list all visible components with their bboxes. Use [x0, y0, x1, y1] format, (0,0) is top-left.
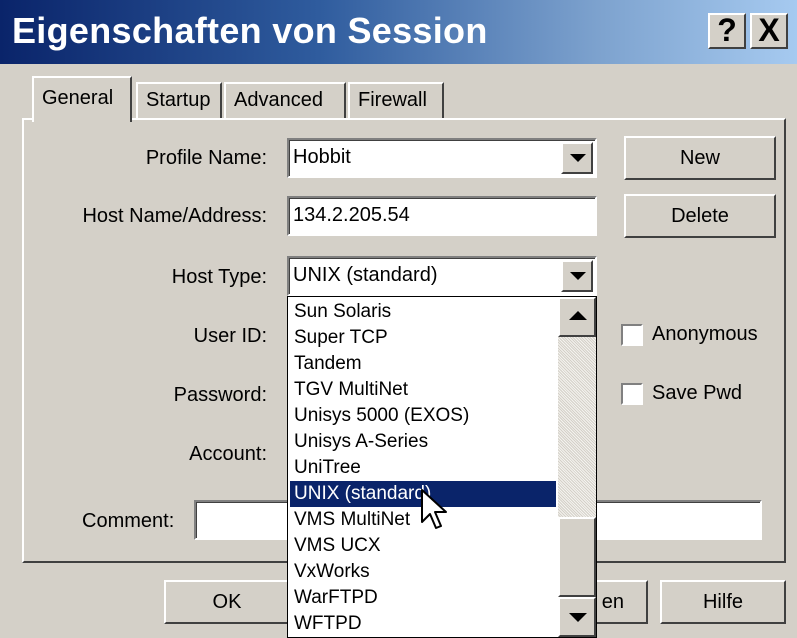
list-item[interactable]: VxWorks	[290, 559, 556, 585]
scroll-thumb[interactable]	[558, 517, 596, 597]
list-item[interactable]: WFTPD	[290, 611, 556, 637]
scroll-down-icon[interactable]	[558, 597, 596, 637]
tab-advanced[interactable]: Advanced	[224, 82, 346, 118]
new-button[interactable]: New	[624, 136, 776, 180]
host-type-dropdown-list[interactable]: Sun Solaris Super TCP Tandem TGV MultiNe…	[287, 296, 597, 638]
list-item[interactable]: Unisys 5000 (EXOS)	[290, 403, 556, 429]
tab-firewall[interactable]: Firewall	[348, 82, 444, 118]
title-bar: Eigenschaften von Session ? X	[0, 0, 797, 64]
close-button[interactable]: X	[750, 13, 788, 49]
host-type-value: UNIX (standard)	[293, 264, 438, 286]
host-address-input[interactable]: 134.2.205.54	[287, 196, 597, 236]
scroll-up-icon[interactable]	[558, 297, 596, 337]
user-id-label: User ID:	[193, 325, 267, 347]
list-item[interactable]: WarFTPD	[290, 585, 556, 611]
chevron-down-icon[interactable]	[561, 142, 593, 174]
password-label: Password:	[173, 384, 267, 406]
list-item[interactable]: Sun Solaris	[290, 299, 556, 325]
ok-button[interactable]: OK	[164, 580, 290, 624]
host-address-value: 134.2.205.54	[293, 204, 410, 226]
list-item[interactable]: Tandem	[290, 351, 556, 377]
save-pwd-checkbox[interactable]	[621, 383, 643, 405]
tab-startup[interactable]: Startup	[136, 82, 222, 118]
chevron-down-icon[interactable]	[561, 260, 593, 292]
help-dialog-button[interactable]: Hilfe	[660, 580, 786, 624]
profile-name-value: Hobbit	[293, 146, 351, 168]
list-item[interactable]: UniTree	[290, 455, 556, 481]
host-name-label: Host Name/Address:	[82, 205, 267, 227]
profile-name-label: Profile Name:	[145, 147, 267, 169]
save-pwd-label: Save Pwd	[652, 382, 743, 404]
help-button[interactable]: ?	[708, 13, 746, 49]
account-label: Account:	[189, 443, 267, 465]
tab-general[interactable]: General	[32, 76, 132, 122]
list-item[interactable]: Unisys A-Series	[290, 429, 556, 455]
mouse-cursor-icon	[421, 489, 447, 529]
list-item[interactable]: VMS UCX	[290, 533, 556, 559]
host-type-label: Host Type:	[171, 266, 267, 288]
comment-label: Comment:	[82, 510, 175, 532]
anonymous-label: Anonymous	[652, 323, 758, 345]
delete-button[interactable]: Delete	[624, 194, 776, 238]
profile-name-select[interactable]: Hobbit	[287, 138, 597, 178]
list-item[interactable]: TGV MultiNet	[290, 377, 556, 403]
host-type-select[interactable]: UNIX (standard)	[287, 256, 597, 296]
anonymous-checkbox[interactable]	[621, 324, 643, 346]
window-title: Eigenschaften von Session	[12, 10, 488, 51]
list-item[interactable]: Super TCP	[290, 325, 556, 351]
list-scrollbar[interactable]	[558, 297, 596, 637]
